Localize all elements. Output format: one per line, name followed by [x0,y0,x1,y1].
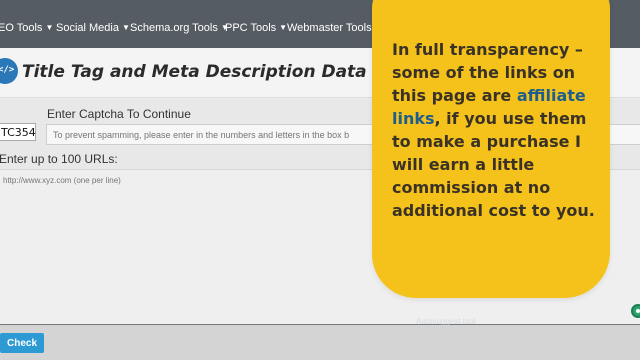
chevron-down-icon: ▼ [279,23,288,32]
code-logo-icon: </> [0,58,18,84]
action-bar [0,325,640,360]
captcha-code: TC354 [1,126,36,139]
captcha-image: TC354 [0,123,36,141]
nav-item-label: PPC Tools [225,22,277,34]
nav-item-label: Social Media [56,22,119,34]
chevron-down-icon: ▼ [45,23,54,32]
nav-item-schema-tools[interactable]: Schema.org Tools ▼ [130,0,229,48]
nav-item-social-media[interactable]: Social Media ▼ [56,0,130,48]
captcha-label: Enter Captcha To Continue [47,107,191,121]
urls-label: Enter up to 100 URLs: [0,152,118,166]
disclosure-text: In full transparency – some of the links… [392,38,602,222]
nav-item-label: Webmaster Tools [287,22,372,34]
check-button[interactable]: Check [0,333,44,353]
nav-item-seo-tools[interactable]: EO Tools ▼ [0,0,53,48]
nav-item-ppc-tools[interactable]: PPC Tools ▼ [225,0,287,48]
nav-item-webmaster-tools[interactable]: Webmaster Tools▼ [287,0,383,48]
chat-bubble-icon[interactable] [631,304,640,318]
nav-item-label: EO Tools [0,22,43,34]
nav-item-label: Schema.org Tools [130,22,218,34]
disclosure-overlay: In full transparency – some of the links… [372,0,610,298]
chevron-down-icon: ▼ [121,23,130,32]
